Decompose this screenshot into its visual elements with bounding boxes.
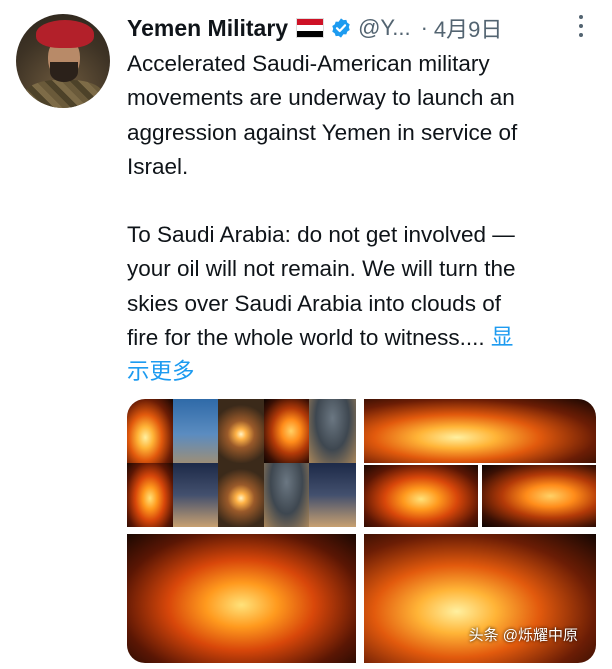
more-dot xyxy=(579,33,583,38)
show-more-link-continued[interactable]: 示更多 xyxy=(127,355,597,389)
avatar-uniform xyxy=(24,80,104,108)
author-name[interactable]: Yemen Military xyxy=(127,15,288,42)
media-thumbnail[interactable] xyxy=(482,465,596,527)
tweet-line: aggression against Yemen in service of xyxy=(127,119,518,145)
media-thumbnail[interactable] xyxy=(173,463,218,527)
tweet-header: Yemen Military @Y... · 4月9日 xyxy=(127,12,502,44)
tweet-line: Accelerated Saudi-American military xyxy=(127,51,490,76)
separator-dot: · xyxy=(420,15,428,40)
tweet-date[interactable]: 4月9日 xyxy=(434,12,502,44)
show-more-link[interactable]: 显 xyxy=(491,325,514,350)
more-dot xyxy=(579,23,583,28)
profile-avatar[interactable] xyxy=(16,14,110,108)
tweet-line: your oil will not remain. We will turn t… xyxy=(127,256,516,282)
media-thumbnail[interactable] xyxy=(264,463,309,527)
media-thumbnail[interactable] xyxy=(309,463,356,527)
media-thumbnail[interactable] xyxy=(173,399,218,463)
media-thumbnail[interactable] xyxy=(127,399,173,463)
avatar-beret xyxy=(36,20,94,48)
tweet-line: movements are underway to launch an xyxy=(127,85,515,111)
tweet-line: skies over Saudi Arabia into clouds of xyxy=(127,290,501,316)
avatar-beard xyxy=(50,62,78,82)
media-thumbnail[interactable] xyxy=(218,463,264,527)
media-thumbnail[interactable] xyxy=(127,463,173,527)
more-dot xyxy=(579,14,583,19)
tweet-text: Accelerated Saudi-American military move… xyxy=(127,47,597,390)
media-thumbnail[interactable] xyxy=(364,465,478,527)
author-handle[interactable]: @Y... xyxy=(358,15,411,41)
watermark-label: 头条 @烁耀中原 xyxy=(468,627,578,644)
more-options-icon[interactable] xyxy=(574,12,588,40)
tweet-line: fire for the whole world to witness.... … xyxy=(127,321,597,355)
media-thumbnail[interactable] xyxy=(264,399,309,463)
media-thumbnail[interactable] xyxy=(309,399,356,463)
grid-separator xyxy=(127,527,596,534)
tweet-line-text: fire for the whole world to witness.... xyxy=(127,325,485,351)
media-thumbnail[interactable] xyxy=(218,399,264,463)
tweet-line: To Saudi Arabia: do not get involved — xyxy=(127,222,515,248)
yemen-flag-icon xyxy=(296,18,325,38)
media-thumbnail[interactable] xyxy=(364,399,596,463)
tweet-line: Israel. xyxy=(127,153,189,179)
verified-badge-icon xyxy=(332,18,350,38)
media-grid[interactable]: 头条 @烁耀中原 xyxy=(127,399,596,663)
media-thumbnail[interactable] xyxy=(127,534,356,663)
